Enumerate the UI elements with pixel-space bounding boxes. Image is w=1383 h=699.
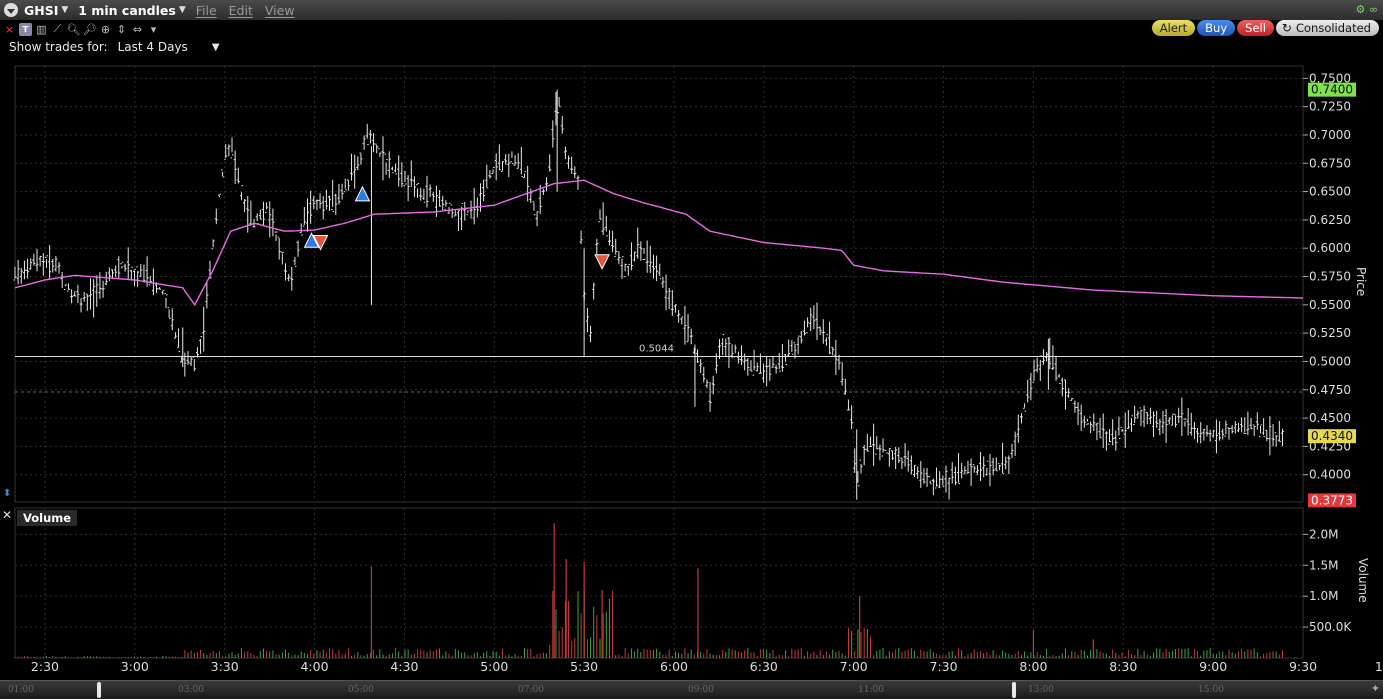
time-tick-label: 3:30 [211, 659, 239, 674]
high-price-label: 0.7400 [1311, 83, 1353, 97]
volume-tick-label: 1.5M [1309, 558, 1338, 572]
expand-icon[interactable]: ⬍ [3, 488, 11, 499]
vwap-line [14, 179, 1304, 307]
time-tick-label: 6:30 [750, 659, 778, 674]
volume-tick-label: 1.0M [1309, 589, 1338, 603]
scroll-thumb-right[interactable] [1012, 682, 1016, 698]
volume-axis-title: Volume [1356, 558, 1370, 603]
close-volume-icon[interactable]: ✕ [2, 508, 12, 522]
volume-tick-label: 2.0M [1309, 527, 1338, 541]
price-tick-label: 0.5750 [1309, 270, 1351, 284]
time-tick-label: 6:00 [660, 659, 688, 674]
time-tick-label: 8:30 [1109, 659, 1137, 674]
time-tick-label: 4:00 [300, 659, 328, 674]
scroll-right-icon[interactable]: ✦ [1371, 682, 1380, 695]
axes: 0.75000.72500.70000.67500.65000.62500.60… [31, 71, 1383, 674]
scroll-time-label: 05:00 [348, 685, 374, 695]
price-tick-label: 0.6500 [1309, 185, 1351, 199]
time-tick-label: 5:30 [570, 659, 598, 674]
scroll-time-label: 01:00 [8, 685, 34, 695]
reference-line-label: 0.5044 [639, 343, 674, 354]
time-tick-label: 3:00 [121, 659, 149, 674]
time-tick-label: 9:00 [1199, 659, 1227, 674]
volume-panel-label: Volume [17, 510, 78, 526]
price-tick-label: 0.6250 [1309, 213, 1351, 227]
price-tick-label: 0.4000 [1309, 468, 1351, 482]
price-tick-label: 0.5250 [1309, 326, 1351, 340]
time-tick-label: 4:30 [390, 659, 418, 674]
price-tick-label: 0.4500 [1309, 411, 1351, 425]
scroll-time-label: 09:00 [688, 685, 714, 695]
time-tick-label: 7:30 [930, 659, 958, 674]
scroll-thumb-left[interactable] [97, 682, 101, 698]
scroll-time-label: 13:00 [1028, 685, 1054, 695]
price-tick-label: 0.7000 [1309, 128, 1351, 142]
scroll-time-label: 11:00 [858, 685, 884, 695]
trade-markers [303, 185, 610, 270]
time-tick-label: 8:00 [1019, 659, 1047, 674]
time-tick-label: 7:00 [840, 659, 868, 674]
buy-marker-icon [354, 185, 371, 202]
volume-panel-frame [14, 507, 1304, 659]
time-tick-label: 9:30 [1289, 659, 1317, 674]
scroll-time-label: 07:00 [518, 685, 544, 695]
price-axis-title: Price [1354, 267, 1368, 297]
volume-bars [14, 523, 1283, 658]
price-tick-label: 0.4750 [1309, 383, 1351, 397]
price-tick-label: 0.6750 [1309, 156, 1351, 170]
time-tick-label: 2:30 [31, 659, 59, 674]
time-tick-label: 5:00 [480, 659, 508, 674]
grid: 0.5044 [14, 65, 1304, 659]
price-tick-label: 0.6000 [1309, 241, 1351, 255]
scroll-time-label: 03:00 [178, 685, 204, 695]
volume-tick-label: 500.0K [1309, 620, 1352, 634]
price-tick-label: 0.5000 [1309, 354, 1351, 368]
price-tick-label: 0.7250 [1309, 100, 1351, 114]
scroll-time-label: 15:00 [1198, 685, 1224, 695]
vwap-path [14, 179, 1304, 307]
price-bars [13, 89, 1284, 500]
price-tick-label: 0.5500 [1309, 298, 1351, 312]
sell-marker-icon [594, 254, 610, 270]
time-tick-label: 10:00 [1375, 659, 1383, 674]
chart-canvas[interactable]: 0.5044 0.75000.72500.70000.67500.65000.6… [0, 0, 1383, 680]
last-price-label: 0.4340 [1311, 429, 1353, 443]
low-price-label: 0.3773 [1311, 493, 1353, 507]
time-scrollbar[interactable]: 01:00 03:00 05:00 07:00 09:00 11:00 13:00 15:00… [0, 680, 1383, 699]
